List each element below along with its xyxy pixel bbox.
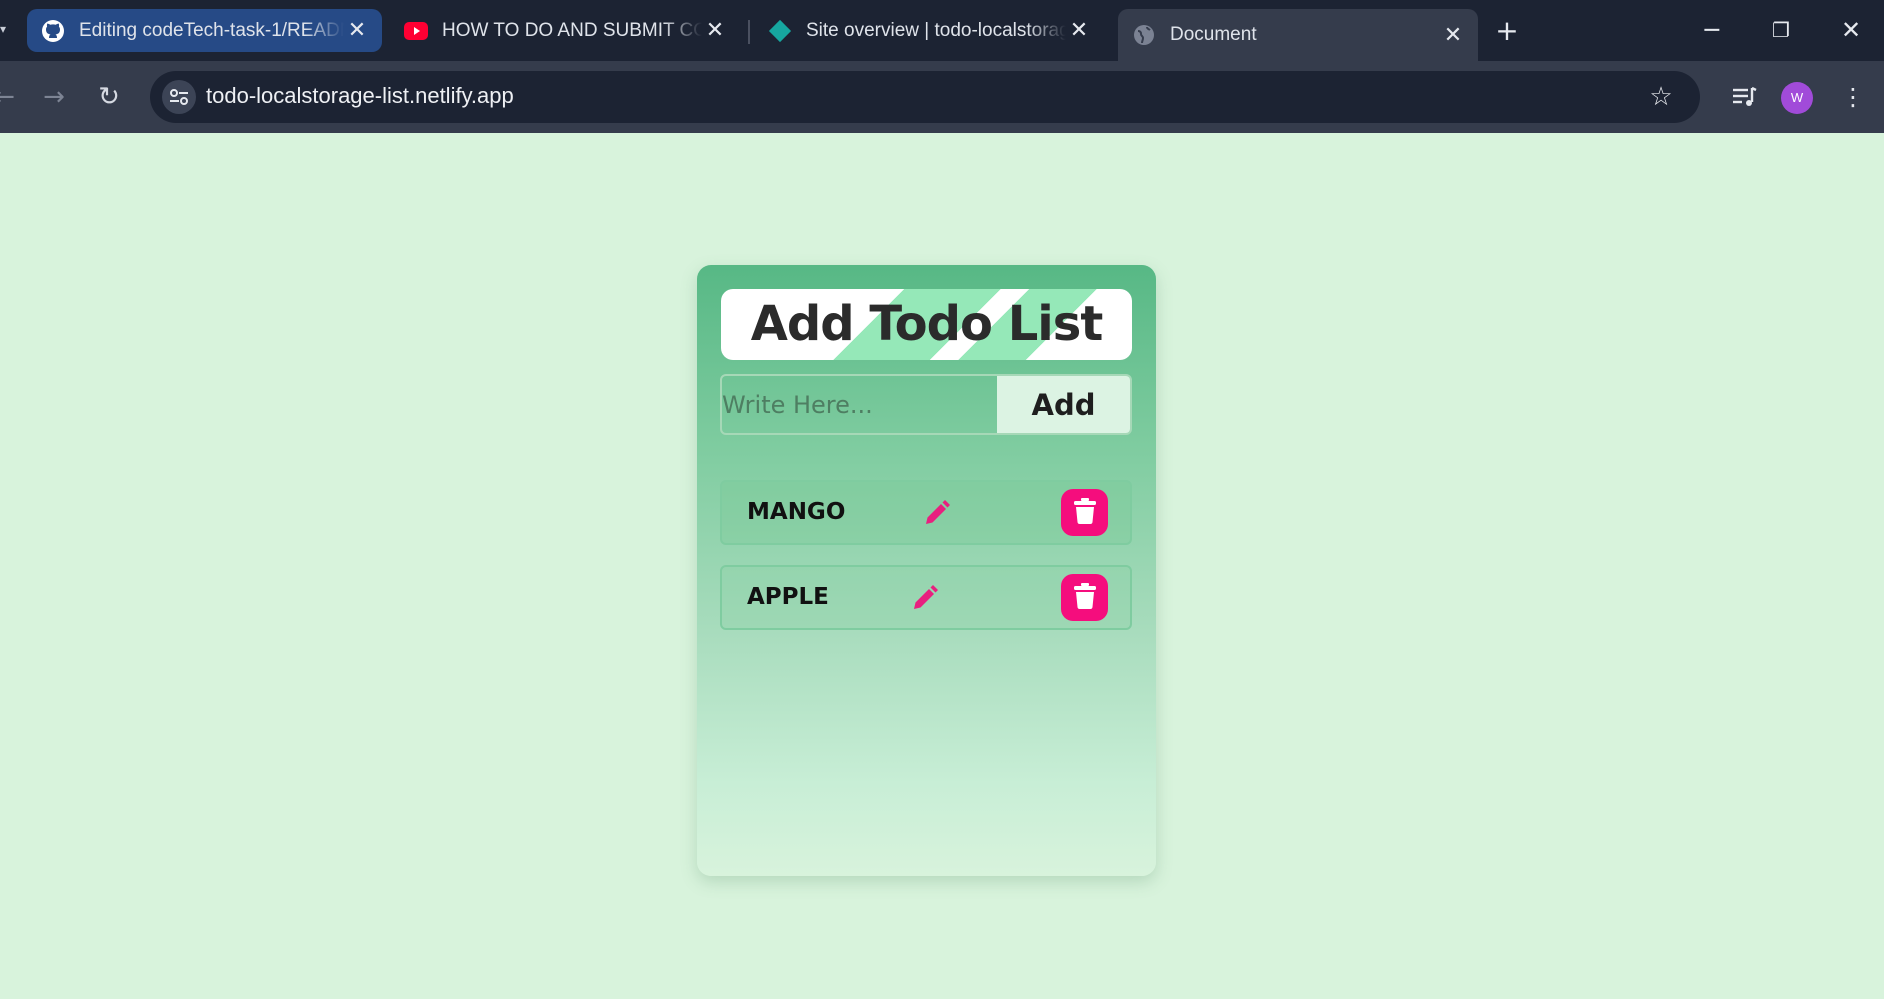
restore-icon[interactable]: ❐ <box>1761 12 1801 48</box>
tab-label: Editing codeTech-task-1/README <box>79 19 344 41</box>
close-tab-icon[interactable]: ✕ <box>702 18 728 44</box>
add-todo-form: Add <box>720 374 1132 435</box>
tab-document[interactable]: Document ✕ <box>1118 9 1478 61</box>
profile-avatar[interactable]: W <box>1781 82 1813 114</box>
forward-icon[interactable]: → <box>36 79 72 115</box>
back-icon[interactable]: ← <box>0 79 22 115</box>
trash-icon <box>1073 497 1096 528</box>
close-tab-icon[interactable]: ✕ <box>1066 18 1092 44</box>
todo-item: MANGO <box>720 480 1132 545</box>
todo-input[interactable] <box>722 376 997 433</box>
todo-text: APPLE <box>747 584 829 610</box>
edit-pencil-icon[interactable] <box>922 498 952 528</box>
todo-text: MANGO <box>747 499 846 525</box>
bookmark-star-icon[interactable]: ☆ <box>1644 80 1678 114</box>
globe-icon <box>1132 23 1156 47</box>
tab-youtube[interactable]: HOW TO DO AND SUBMIT CODE ✕ <box>390 9 740 52</box>
todo-card: Add Todo List Add MANGO APPLE <box>697 265 1156 876</box>
minimize-icon[interactable]: ─ <box>1692 12 1732 48</box>
site-settings-icon[interactable] <box>162 80 196 114</box>
tab-label: Site overview | todo-localstorage <box>806 19 1066 41</box>
tab-search-caret-icon[interactable]: ▾ <box>0 22 8 36</box>
tab-label: Document <box>1170 24 1257 45</box>
youtube-icon <box>404 19 428 43</box>
close-tab-icon[interactable]: ✕ <box>1440 22 1466 48</box>
add-button[interactable]: Add <box>997 376 1130 433</box>
browser-toolbar: ← → ↻ todo-localstorage-list.netlify.app… <box>0 61 1884 133</box>
tab-label: HOW TO DO AND SUBMIT CODE <box>442 19 702 41</box>
trash-icon <box>1073 582 1096 613</box>
edit-pencil-icon[interactable] <box>910 583 940 613</box>
address-bar[interactable]: todo-localstorage-list.netlify.app ☆ <box>150 71 1700 123</box>
title-banner: Add Todo List <box>721 289 1132 360</box>
tab-divider <box>748 20 750 44</box>
tab-strip: ▾ Editing codeTech-task-1/README ✕ HOW T… <box>0 0 1884 61</box>
netlify-icon <box>768 19 792 43</box>
tab-netlify[interactable]: Site overview | todo-localstorage ✕ <box>754 9 1104 52</box>
more-menu-icon[interactable]: ⋮ <box>1838 79 1868 115</box>
reload-icon[interactable]: ↻ <box>91 79 127 115</box>
close-window-icon[interactable]: ✕ <box>1831 12 1871 48</box>
delete-button[interactable] <box>1061 489 1108 536</box>
new-tab-icon[interactable]: + <box>1490 14 1524 48</box>
tab-github[interactable]: Editing codeTech-task-1/README ✕ <box>27 9 382 52</box>
github-icon <box>41 19 65 43</box>
todo-item: APPLE <box>720 565 1132 630</box>
media-controls-icon[interactable] <box>1726 79 1762 115</box>
url-text: todo-localstorage-list.netlify.app <box>206 83 514 108</box>
page-title: Add Todo List <box>750 296 1104 352</box>
delete-button[interactable] <box>1061 574 1108 621</box>
close-tab-icon[interactable]: ✕ <box>344 18 370 44</box>
